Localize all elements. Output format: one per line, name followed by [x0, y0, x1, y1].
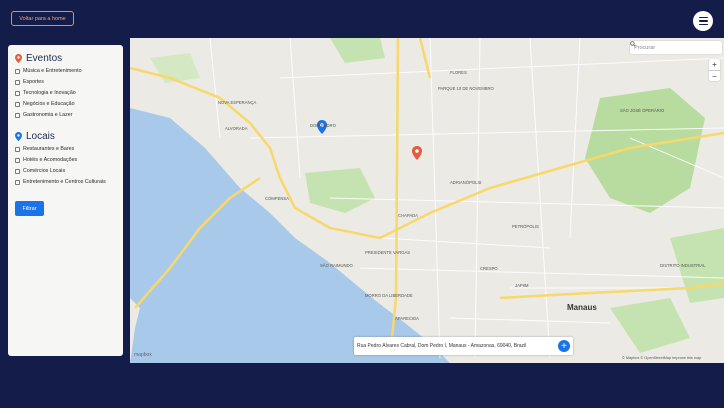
zoom-control: + −: [709, 59, 720, 81]
add-location-button[interactable]: +: [558, 340, 570, 352]
district-label: PRESIDENTE VARGAS: [365, 250, 411, 255]
event-option[interactable]: Música e Entretenimento: [15, 68, 116, 79]
search-placeholder: Procurar: [634, 44, 656, 51]
event-option[interactable]: Tecnologia e Inovação: [15, 90, 116, 101]
option-label: Tecnologia e Inovação: [23, 90, 76, 96]
map-canvas: [130, 38, 724, 363]
event-option[interactable]: Esportes: [15, 79, 116, 90]
places-title: Locais: [26, 131, 55, 142]
park-area: [330, 38, 385, 63]
checkbox[interactable]: [15, 112, 20, 118]
place-option[interactable]: Comércios Locais: [15, 168, 116, 179]
district-label: ALVORADA: [225, 126, 248, 131]
district-label: DOM PEDRO: [310, 123, 336, 128]
option-label: Hotéis e Acomodações: [23, 157, 78, 163]
place-option[interactable]: Restaurantes e Bares: [15, 146, 116, 157]
option-label: Entretenimento e Centros Culturais: [23, 179, 106, 185]
place-pin-icon: [15, 132, 22, 141]
park-area: [610, 298, 690, 353]
zoom-in-button[interactable]: +: [709, 59, 720, 70]
zoom-out-button[interactable]: −: [709, 70, 720, 81]
hamburger-icon-line: [698, 16, 708, 19]
map-search-input[interactable]: Procurar: [630, 41, 722, 54]
event-pin-marker: [412, 146, 422, 160]
checkbox[interactable]: [15, 157, 20, 163]
option-label: Gastronomia e Lazer: [23, 112, 73, 118]
checkbox[interactable]: [15, 79, 20, 85]
option-label: Restaurantes e Bares: [23, 146, 75, 152]
district-label: PETRÓPOLIS: [512, 224, 539, 229]
place-option[interactable]: Entretenimento e Centros Culturais: [15, 179, 116, 193]
events-title: Eventos: [26, 53, 63, 64]
event-option[interactable]: Gastronomia e Lazer: [15, 112, 116, 123]
district-label: SÃO JOSÉ OPERÁRIO: [620, 108, 665, 113]
district-label: CRESPO: [480, 266, 498, 271]
map-attribution[interactable]: © Mapbox © OpenStreetMap Improve this ma…: [622, 356, 701, 360]
menu-button[interactable]: [693, 11, 713, 31]
event-option[interactable]: Negócios e Educação: [15, 101, 116, 112]
river-water: [130, 108, 450, 363]
option-label: Música e Entretenimento: [23, 68, 82, 74]
hamburger-icon-line: [698, 23, 708, 26]
district-label: PARQUE 10 DE NOVEMBRO: [438, 86, 494, 91]
events-section-title: Eventos: [15, 53, 116, 64]
district-label: COMPENSA: [265, 196, 289, 201]
checkbox[interactable]: [15, 179, 20, 185]
address-text: Rua Pedro Álvares Cabral, Dom Pedro I, M…: [357, 343, 527, 349]
filter-sidebar: Eventos Música e Entretenimento Esportes…: [8, 45, 123, 356]
checkbox[interactable]: [15, 168, 20, 174]
checkbox[interactable]: [15, 68, 20, 74]
option-label: Comércios Locais: [23, 168, 66, 174]
place-option[interactable]: Hotéis e Acomodações: [15, 157, 116, 168]
search-icon: [630, 41, 636, 47]
option-label: Esportes: [23, 79, 44, 85]
park-area: [150, 53, 200, 83]
district-label: FLORES: [450, 70, 467, 75]
district-label: DISTRITO INDUSTRIAL: [660, 263, 706, 268]
district-label: JAPIIM: [515, 283, 529, 288]
back-home-button[interactable]: Voltar para a home: [11, 11, 74, 26]
district-label: APARECIDA: [395, 316, 419, 321]
park-area: [585, 88, 705, 213]
district-label: SÃO RAIMUNDO: [320, 263, 353, 268]
mapbox-logo: mapbox: [134, 352, 152, 358]
selected-address-bar: Rua Pedro Álvares Cabral, Dom Pedro I, M…: [354, 337, 573, 355]
district-label: ADRIANÓPOLIS: [450, 180, 482, 185]
event-pin-icon: [15, 54, 22, 63]
district-label: MORRO DA LIBERDADE: [365, 293, 413, 298]
hamburger-icon-line: [698, 20, 708, 22]
district-label: CHAPADA: [398, 213, 418, 218]
city-label: Manaus: [567, 303, 597, 312]
filter-button[interactable]: Filtrar: [15, 201, 44, 216]
checkbox[interactable]: [15, 90, 20, 96]
places-section-title: Locais: [15, 131, 116, 142]
checkbox[interactable]: [15, 101, 20, 107]
option-label: Negócios e Educação: [23, 101, 75, 107]
map-view[interactable]: NOVA ESPERANÇA DOM PEDRO PARQUE 10 DE NO…: [130, 38, 724, 363]
district-label: NOVA ESPERANÇA: [218, 100, 257, 105]
park-area: [305, 168, 375, 213]
checkbox[interactable]: [15, 146, 20, 152]
